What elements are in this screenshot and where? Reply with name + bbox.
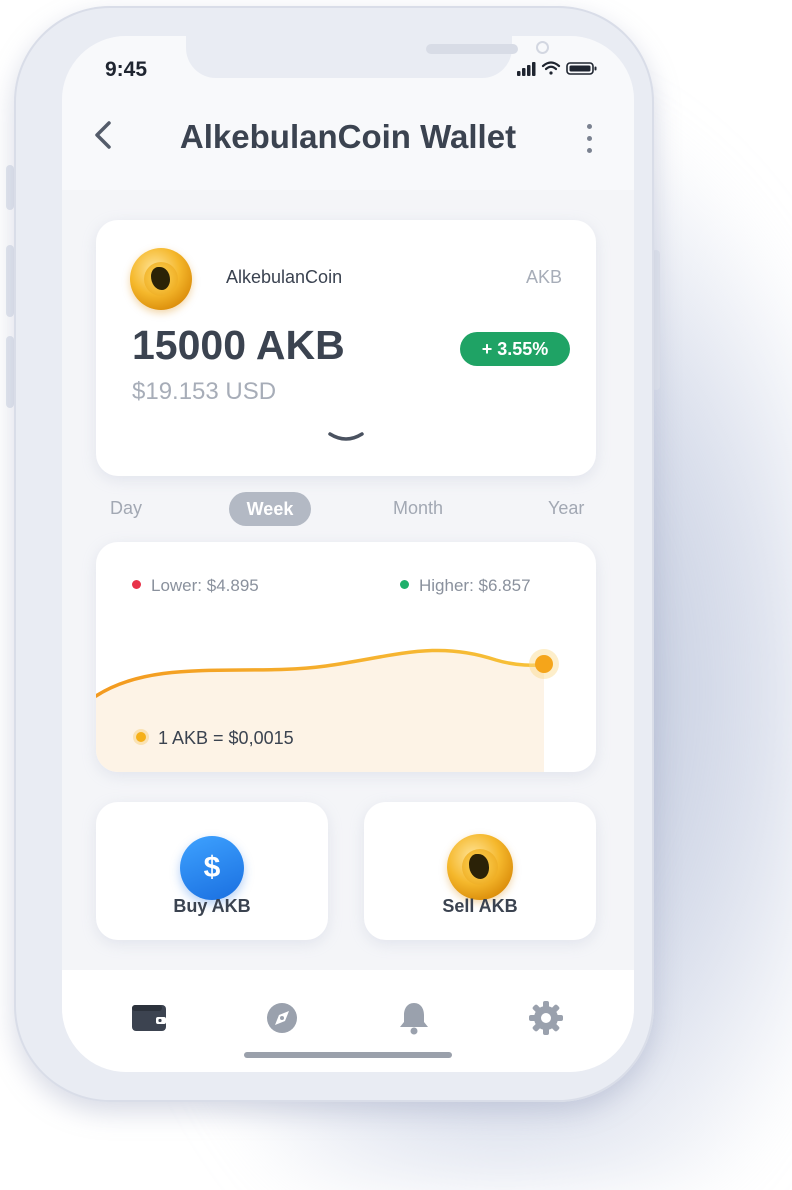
- mute-switch: [6, 165, 14, 210]
- speaker: [426, 44, 518, 54]
- gear-icon[interactable]: [526, 998, 566, 1038]
- current-price-point: [535, 655, 553, 673]
- more-options-button[interactable]: [587, 124, 593, 154]
- status-icons: [517, 61, 597, 76]
- price-chart-card: Lower: $4.895 Higher: $6.857 1 AKB = $0,…: [96, 542, 596, 772]
- volume-up-button: [6, 245, 14, 317]
- status-time: 9:45: [105, 58, 148, 81]
- kebab-dot: [587, 148, 592, 153]
- kebab-dot: [587, 124, 592, 129]
- price-area: [96, 650, 544, 772]
- tab-day[interactable]: Day: [110, 498, 142, 519]
- period-tabs: Day Week Month Year: [96, 492, 596, 532]
- rate-dot-icon: [136, 732, 146, 743]
- lower-dot-icon: [132, 580, 141, 590]
- dollar-icon: $: [180, 836, 244, 900]
- higher-label: Higher: $6.857: [419, 576, 531, 595]
- lower-label: Lower: $4.895: [151, 576, 259, 595]
- coin-name: AlkebulanCoin: [226, 267, 343, 287]
- kebab-dot: [587, 136, 592, 141]
- bell-icon[interactable]: [394, 998, 434, 1038]
- page-title: AlkebulanCoin Wallet: [179, 118, 517, 155]
- higher-dot-icon: [400, 580, 409, 590]
- home-indicator[interactable]: [244, 1052, 452, 1058]
- phone-frame: 9:45 AlkebulanCoin Wallet AlkebulanCoin …: [14, 6, 654, 1102]
- volume-down-button: [6, 336, 14, 408]
- balance-card[interactable]: AlkebulanCoin AKB 15000 AKB + 3.55% $19.…: [96, 220, 596, 476]
- exchange-rate: 1 AKB = $0,0015: [136, 728, 294, 749]
- bottom-nav: [62, 970, 634, 1072]
- tab-week[interactable]: Week: [229, 492, 311, 526]
- legend-lower: Lower: $4.895: [132, 576, 259, 596]
- change-badge: + 3.55%: [460, 332, 570, 366]
- coin-logo-icon: [130, 248, 192, 310]
- notch: [186, 36, 549, 78]
- camera: [536, 41, 549, 54]
- battery-icon: [566, 62, 597, 75]
- africa-map-icon: [469, 853, 490, 879]
- chevron-down-icon[interactable]: [326, 430, 366, 446]
- tab-year[interactable]: Year: [548, 498, 584, 519]
- sell-button[interactable]: Sell AKB: [364, 802, 596, 940]
- compass-icon[interactable]: [262, 998, 302, 1038]
- sell-label: Sell AKB: [442, 896, 518, 916]
- tab-month[interactable]: Month: [393, 498, 443, 519]
- legend-higher: Higher: $6.857: [400, 576, 531, 596]
- usd-value: $19.153 USD: [132, 378, 277, 405]
- header-bar: 9:45 AlkebulanCoin Wallet: [62, 36, 634, 190]
- africa-map-icon: [151, 266, 170, 291]
- rate-label: 1 AKB = $0,0015: [158, 728, 294, 748]
- coin-logo-icon: [447, 834, 513, 900]
- buy-button[interactable]: $ Buy AKB: [96, 802, 328, 940]
- wifi-icon: [541, 61, 561, 75]
- coin-balance: 15000 AKB: [132, 322, 345, 368]
- app-screen: 9:45 AlkebulanCoin Wallet AlkebulanCoin …: [62, 36, 634, 1072]
- buy-label: Buy AKB: [173, 896, 251, 916]
- wallet-icon[interactable]: [130, 998, 170, 1038]
- coin-ticker: AKB: [525, 267, 562, 287]
- signal-icon: [517, 62, 536, 76]
